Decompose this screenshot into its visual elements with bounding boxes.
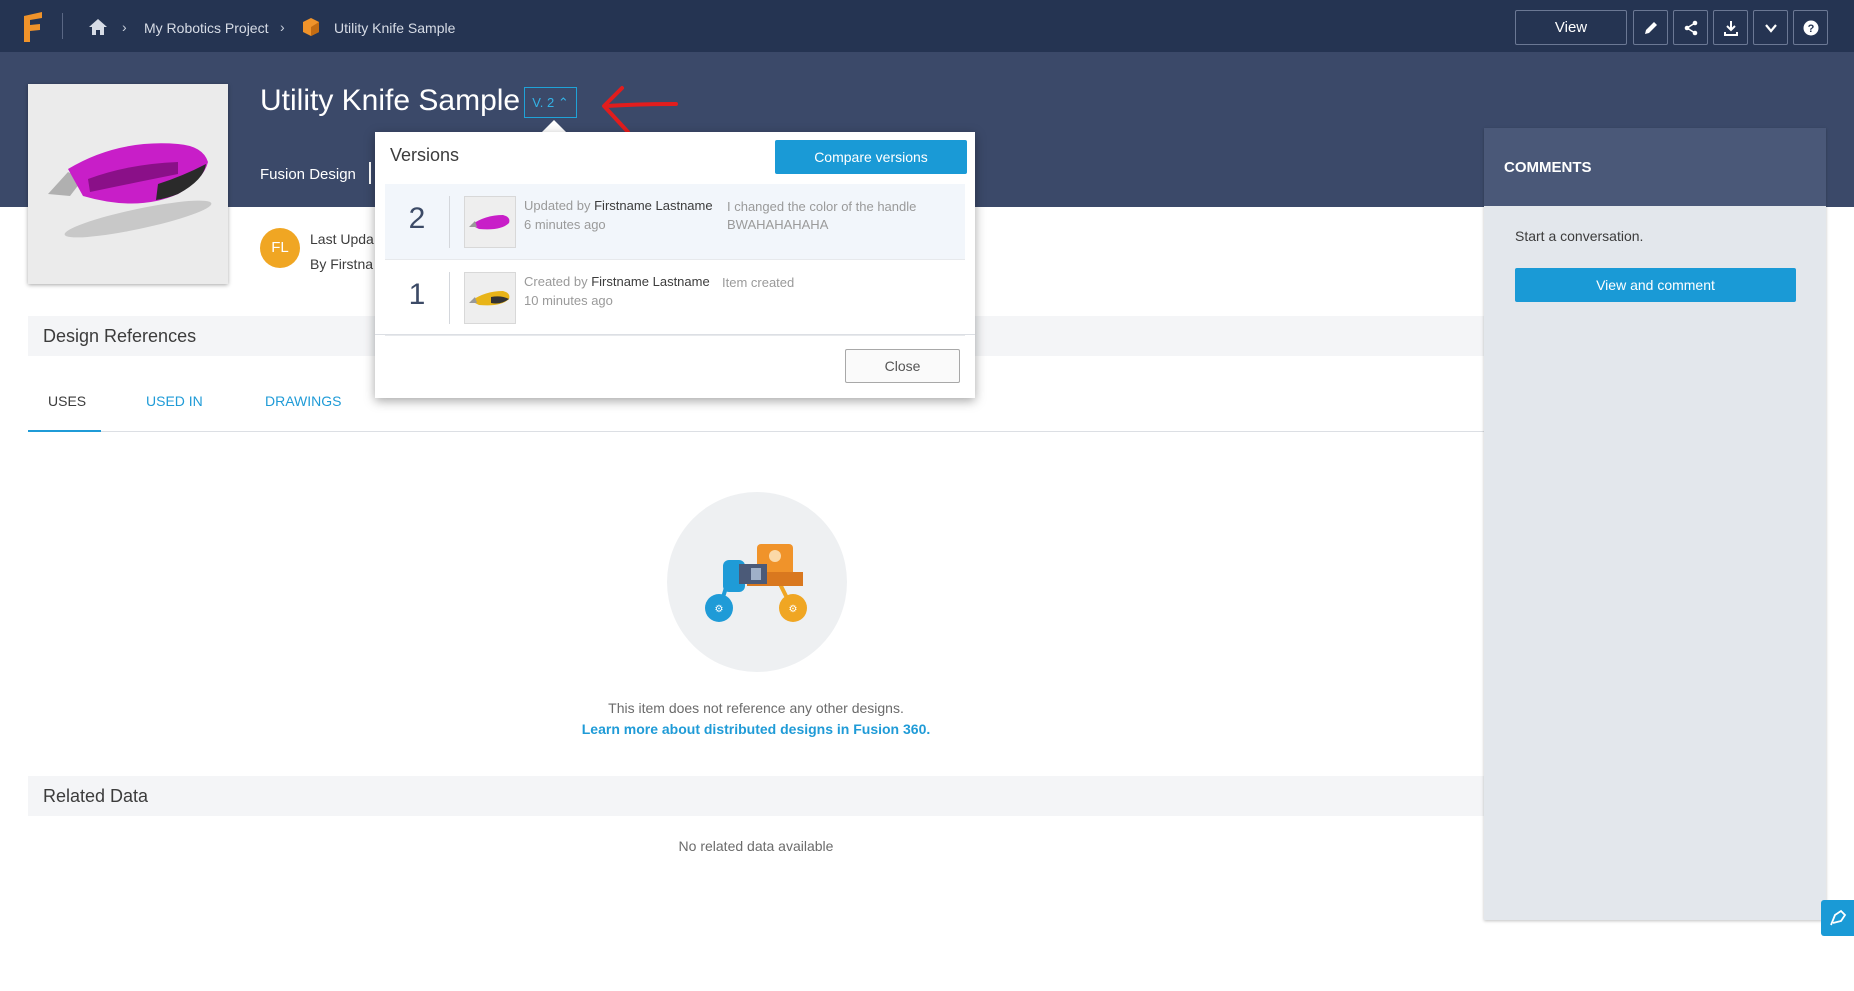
version-number: 1 xyxy=(408,278,426,311)
view-and-comment-button[interactable]: View and comment xyxy=(1515,268,1796,302)
feedback-button[interactable] xyxy=(1821,900,1854,936)
red-arrow-annotation xyxy=(602,86,678,134)
edit-button[interactable] xyxy=(1633,10,1668,45)
svg-text:⚙: ⚙ xyxy=(715,604,724,615)
version-time: 10 minutes ago xyxy=(524,293,613,308)
empty-state-illustration: ⚙ ⚙ xyxy=(667,492,847,672)
version-action: Created by Firstname Lastname xyxy=(524,274,710,289)
fusion-design-icon xyxy=(303,18,319,36)
item-thumbnail[interactable] xyxy=(28,84,228,284)
version-user[interactable]: Firstname Lastname xyxy=(594,198,713,213)
download-button[interactable] xyxy=(1713,10,1748,45)
version-dropdown[interactable]: V. 2 ⌃ xyxy=(524,87,577,118)
chevron-down-icon xyxy=(1764,23,1777,33)
last-updated-label: Last Upda xyxy=(310,231,374,247)
version-note: Item created xyxy=(722,275,795,290)
more-options-button[interactable] xyxy=(1753,10,1788,45)
top-nav-bar: › My Robotics Project › Utility Knife Sa… xyxy=(0,0,1854,52)
version-thumbnail xyxy=(464,272,516,324)
versions-title: Versions xyxy=(390,145,460,165)
utility-knife-image xyxy=(48,143,212,238)
item-title: Utility Knife Sample xyxy=(260,84,521,117)
breadcrumb-project[interactable]: My Robotics Project xyxy=(144,0,268,52)
avatar: FL xyxy=(260,228,300,268)
comments-heading: COMMENTS xyxy=(1484,128,1826,206)
version-time: 6 minutes ago xyxy=(524,217,606,232)
help-icon: ? xyxy=(1803,20,1818,35)
chevron-up-icon: ⌃ xyxy=(557,95,569,110)
no-related-data-text: No related data available xyxy=(678,838,834,854)
tab-uses[interactable]: USES xyxy=(28,378,101,432)
learn-more-link[interactable]: Learn more about distributed designs in … xyxy=(0,721,1512,737)
related-data-heading: Related Data xyxy=(28,776,1484,816)
comments-panel: COMMENTS Start a conversation. View and … xyxy=(1484,128,1826,920)
share-button[interactable] xyxy=(1673,10,1708,45)
tab-drawings[interactable]: DRAWINGS xyxy=(265,378,341,432)
svg-text:⚙: ⚙ xyxy=(789,604,798,615)
version-divider xyxy=(449,272,450,324)
item-type: Fusion Design xyxy=(260,166,356,183)
breadcrumb-item: Utility Knife Sample xyxy=(334,20,456,36)
chevron-right-icon: › xyxy=(122,19,127,35)
chevron-right-icon: › xyxy=(280,19,285,35)
version-number: 2 xyxy=(408,202,426,235)
svg-text:?: ? xyxy=(1807,23,1814,35)
version-action: Updated by Firstname Lastname xyxy=(524,198,713,213)
version-row[interactable]: 1 Created by Firstname Lastname 10 minut… xyxy=(385,260,965,336)
fusion-logo-icon[interactable] xyxy=(22,12,44,42)
share-icon xyxy=(1684,20,1697,35)
help-button[interactable]: ? xyxy=(1793,10,1828,45)
version-label: V. 2 xyxy=(532,95,555,110)
version-note: I changed the color of the handle BWAHAH… xyxy=(727,199,917,232)
nav-separator xyxy=(62,13,63,39)
updated-by-label: By Firstna xyxy=(310,256,374,272)
version-thumbnail xyxy=(464,196,516,248)
version-row[interactable]: 2 Updated by Firstname Lastname 6 minute… xyxy=(385,184,965,260)
feedback-icon xyxy=(1829,909,1846,926)
tab-used-in[interactable]: USED IN xyxy=(146,378,203,432)
popover-arrow xyxy=(542,120,566,132)
versions-popover: Versions Compare versions 2 Updated by F… xyxy=(375,132,975,398)
close-button[interactable]: Close xyxy=(845,349,960,383)
view-button[interactable]: View xyxy=(1515,10,1627,45)
popover-divider xyxy=(375,334,975,335)
download-icon xyxy=(1723,20,1738,36)
pencil-icon xyxy=(1644,21,1657,34)
start-conversation-text: Start a conversation. xyxy=(1515,228,1644,244)
no-references-text: This item does not reference any other d… xyxy=(608,700,904,716)
version-user[interactable]: Firstname Lastname xyxy=(591,274,710,289)
version-divider xyxy=(449,196,450,248)
home-icon[interactable] xyxy=(89,19,107,35)
compare-versions-button[interactable]: Compare versions xyxy=(775,140,967,174)
type-separator xyxy=(369,162,371,184)
